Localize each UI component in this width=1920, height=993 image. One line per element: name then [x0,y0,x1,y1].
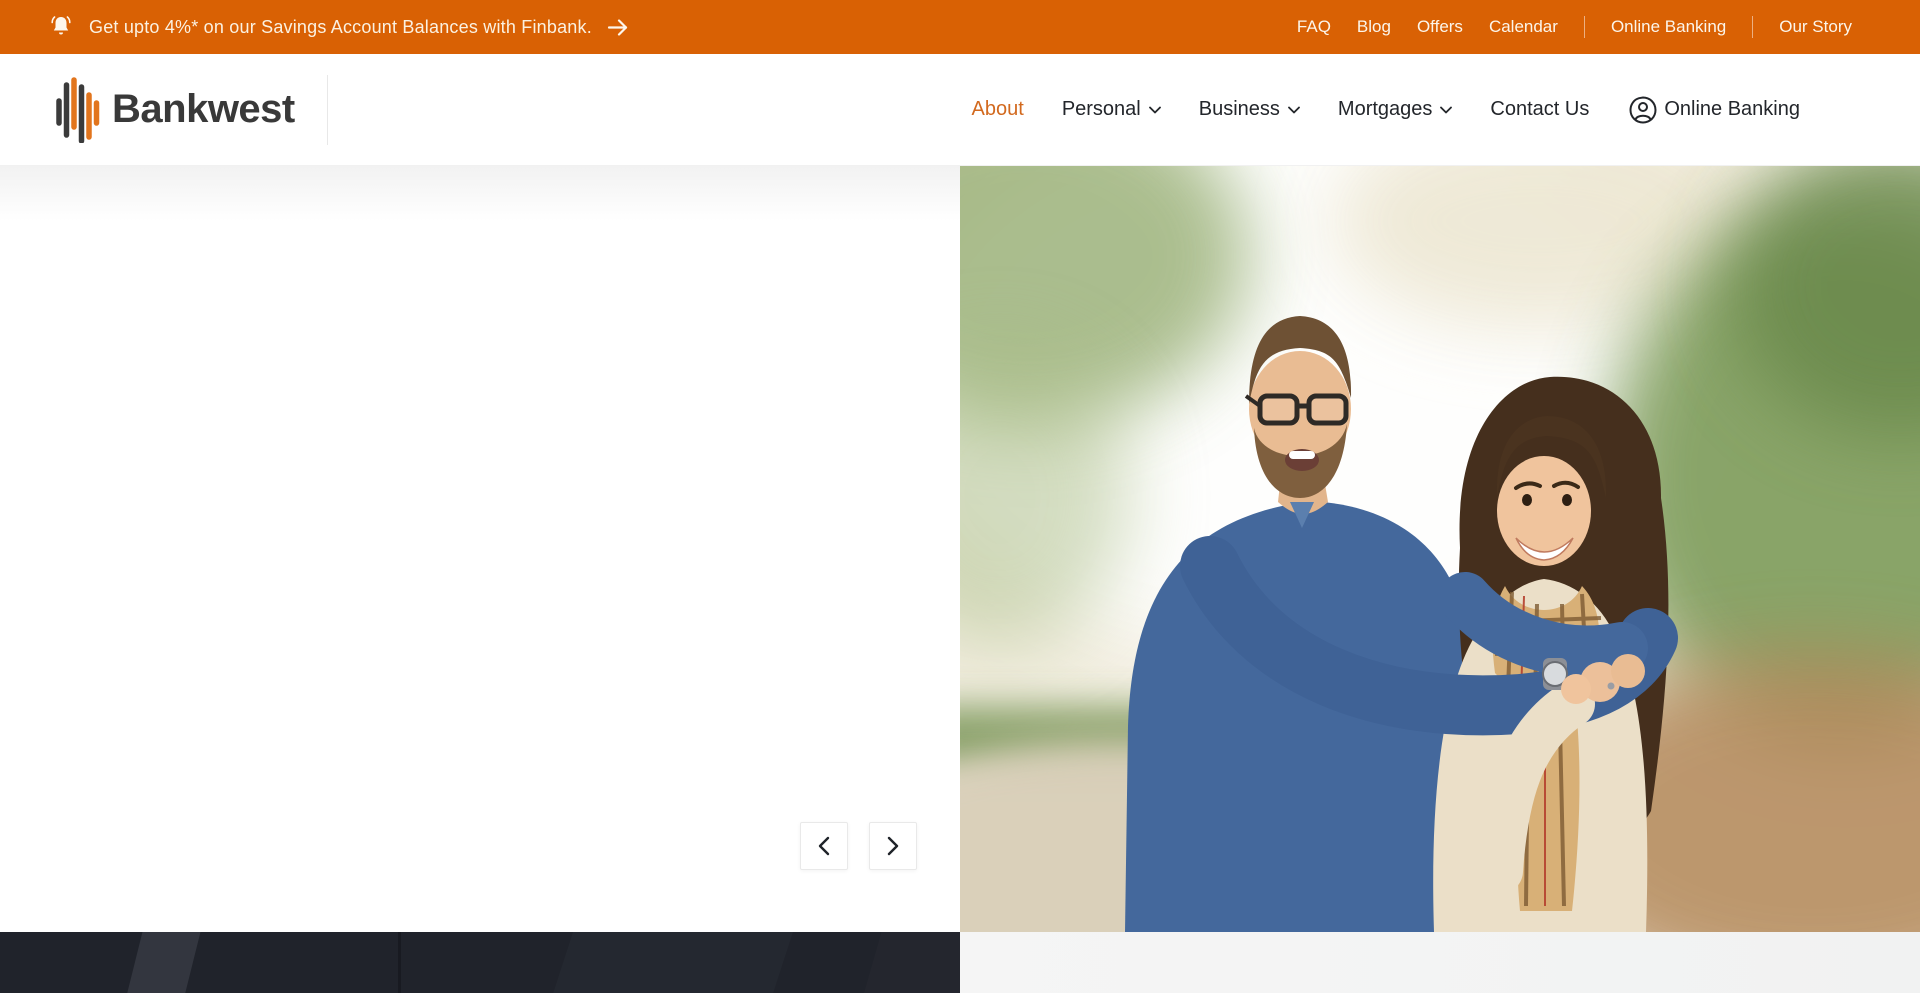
promo-link-blog[interactable]: Blog [1357,17,1391,37]
bankwest-homepage: Get upto 4%* on our Savings Account Bala… [0,0,1920,993]
nav-online-banking-label: Online Banking [1664,98,1800,121]
nav-business[interactable]: Business [1199,98,1300,121]
nav-about[interactable]: About [972,98,1024,121]
dark-panel-streak [398,932,401,993]
chevron-down-icon [1149,106,1161,114]
brand-logo[interactable]: Bankwest [55,77,295,143]
chevron-down-icon [1288,106,1300,114]
carousel-controls [800,822,917,870]
chevron-right-icon [884,835,902,857]
light-panel [960,932,1920,993]
hero-image [960,166,1920,932]
carousel-next-button[interactable] [869,822,917,870]
main-nav: About Personal Business Mortgages [972,94,1800,126]
carousel-prev-button[interactable] [800,822,848,870]
next-section-preview [0,932,1920,993]
nav-business-label: Business [1199,98,1280,121]
header-divider [327,75,328,145]
promo-link-faq[interactable]: FAQ [1297,17,1331,37]
promo-link-online-banking[interactable]: Online Banking [1611,17,1726,37]
promo-links: FAQ Blog Offers Calendar Online Banking … [1297,16,1852,38]
promo-link-calendar[interactable]: Calendar [1489,17,1558,37]
brand-name: Bankwest [112,87,295,132]
hero-slide-area [0,166,960,932]
nav-mortgages[interactable]: Mortgages [1338,98,1453,121]
nav-about-label: About [972,98,1024,121]
chevron-left-icon [815,835,833,857]
nav-online-banking[interactable]: Online Banking [1627,94,1800,126]
site-header: Bankwest About Personal Business Mortgag… [0,54,1920,166]
bell-icon [48,14,74,40]
hero-photo-couple [960,166,1920,932]
promo-offer-link[interactable]: Get upto 4%* on our Savings Account Bala… [48,14,629,40]
chevron-down-icon [1440,106,1452,114]
nav-personal-label: Personal [1062,98,1141,121]
nav-personal[interactable]: Personal [1062,98,1161,121]
promo-divider [1584,16,1585,38]
dark-panel [0,932,960,993]
user-circle-icon [1627,94,1659,126]
nav-mortgages-label: Mortgages [1338,98,1433,121]
dark-panel-streak [853,932,960,993]
arrow-right-icon [607,19,629,36]
dark-panel-streak [115,932,203,993]
promo-bar: Get upto 4%* on our Savings Account Bala… [0,0,1920,54]
promo-link-offers[interactable]: Offers [1417,17,1463,37]
hero-section [0,166,1920,932]
promo-link-our-story[interactable]: Our Story [1779,17,1852,37]
nav-contact-us-label: Contact Us [1490,98,1589,121]
promo-message[interactable]: Get upto 4%* on our Savings Account Bala… [89,17,592,38]
dark-panel-streak [541,932,800,993]
bankwest-logo-icon [55,77,102,143]
promo-divider [1752,16,1753,38]
nav-contact-us[interactable]: Contact Us [1490,98,1589,121]
